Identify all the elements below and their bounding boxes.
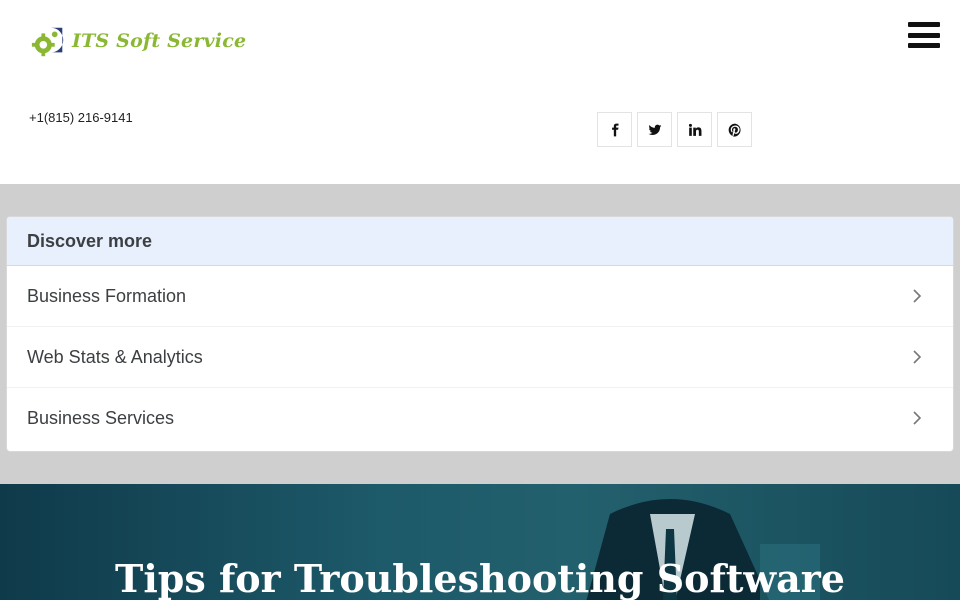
facebook-button[interactable] <box>597 112 632 147</box>
phone-number[interactable]: +1(815) 216-9141 <box>29 110 133 125</box>
discover-item[interactable]: Web Stats & Analytics <box>7 327 953 388</box>
menu-bar-icon <box>908 43 940 48</box>
hero-title: Tips for Troubleshooting Software <box>115 556 845 600</box>
chevron-right-icon <box>913 411 922 425</box>
facebook-icon <box>611 123 618 136</box>
linkedin-button[interactable] <box>677 112 712 147</box>
logo-text: ITS Soft Service <box>72 30 247 52</box>
site-logo[interactable]: ITS Soft Service <box>30 22 246 60</box>
chevron-right-icon <box>913 289 922 303</box>
menu-bar-icon <box>908 22 940 27</box>
discover-heading: Discover more <box>7 217 953 266</box>
discover-item-label: Web Stats & Analytics <box>27 346 203 367</box>
linkedin-icon <box>688 123 701 136</box>
social-links <box>597 112 752 147</box>
hero-banner: Tips for Troubleshooting Software <box>0 484 960 600</box>
site-header: ITS Soft Service +1(815) 216-9141 <box>0 0 960 184</box>
chevron-right-icon <box>913 350 922 364</box>
discover-card: Discover more Business Formation Web Sta… <box>6 216 954 452</box>
pinterest-icon <box>728 123 741 137</box>
discover-item[interactable]: Business Formation <box>7 266 953 327</box>
twitter-button[interactable] <box>637 112 672 147</box>
discover-item-label: Business Services <box>27 407 175 428</box>
pinterest-button[interactable] <box>717 112 752 147</box>
discover-item[interactable]: Business Services <box>7 388 953 448</box>
discover-item-label: Business Formation <box>27 285 187 306</box>
hamburger-menu-button[interactable] <box>908 22 940 48</box>
gear-logo-icon <box>31 27 64 57</box>
twitter-icon <box>648 124 661 135</box>
menu-bar-icon <box>908 32 940 38</box>
discover-section: Discover more Business Formation Web Sta… <box>0 184 960 484</box>
